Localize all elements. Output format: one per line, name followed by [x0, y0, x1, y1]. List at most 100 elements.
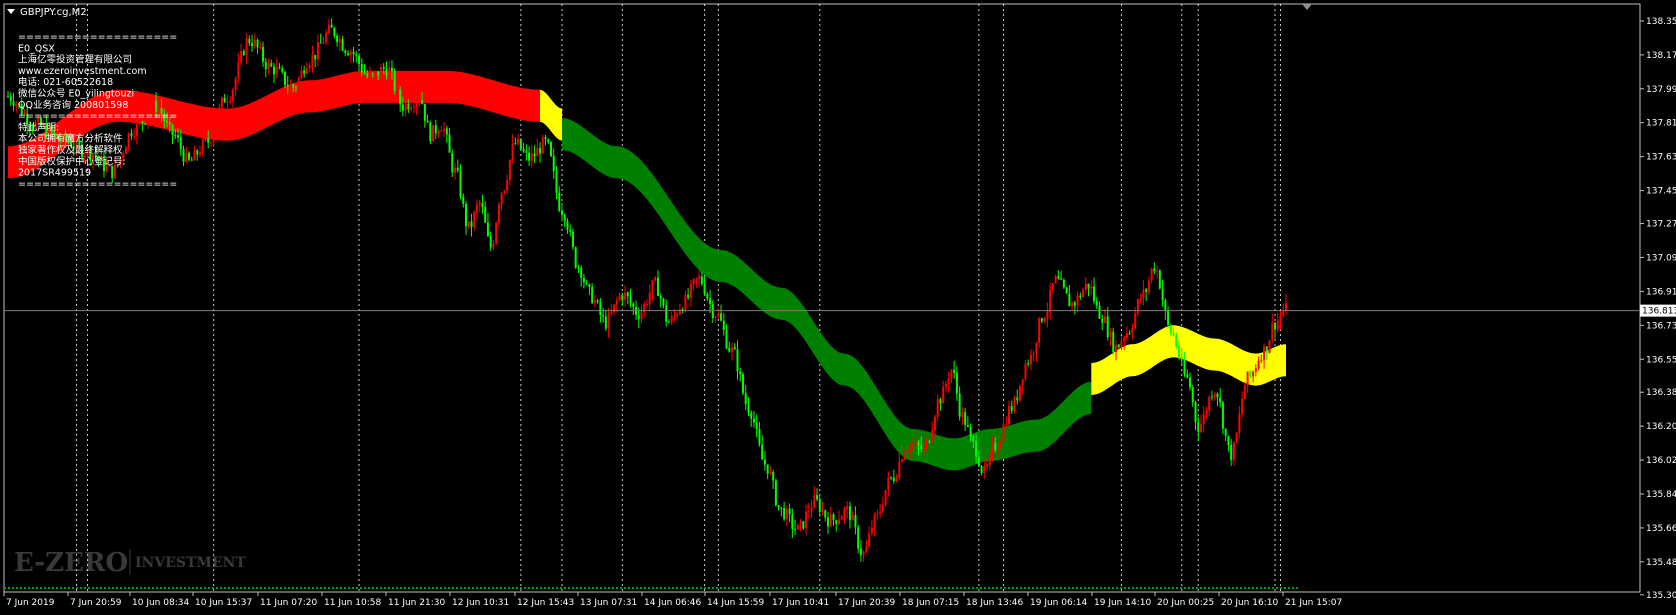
- candle-body: [1271, 322, 1274, 341]
- candle-body: [629, 296, 632, 304]
- candle-body: [969, 426, 972, 437]
- candle-body: [651, 280, 654, 293]
- band-segment-yellow: [1091, 325, 1286, 395]
- candle-body: [755, 422, 758, 430]
- candle-body: [772, 471, 775, 481]
- candle-body: [840, 516, 843, 520]
- y-tick-label: 135.660: [1646, 524, 1676, 534]
- candle-body: [262, 46, 265, 62]
- candle-body: [733, 347, 736, 350]
- candle-body: [522, 149, 525, 152]
- candle-body: [1134, 313, 1137, 328]
- candle-body: [1076, 295, 1079, 306]
- candle-body: [294, 87, 297, 89]
- candle-body: [1016, 397, 1019, 401]
- watermark-logo: E-ZERO INVESTMENT: [14, 548, 246, 578]
- candle-body: [1197, 422, 1200, 432]
- candle-body: [637, 314, 640, 320]
- candle-body: [1153, 268, 1156, 272]
- candle-body: [388, 67, 391, 76]
- candle-body: [593, 300, 596, 303]
- symbol-title: GBPJPY.cg,M2: [20, 7, 87, 18]
- candle-body: [953, 369, 956, 373]
- candle-body: [958, 393, 961, 417]
- candle-body: [577, 267, 580, 269]
- candle-body: [676, 314, 679, 316]
- candle-body: [780, 507, 783, 509]
- candle-body: [352, 51, 355, 55]
- candle-body: [986, 465, 989, 467]
- candle-body: [1194, 402, 1197, 423]
- candle-body: [1265, 346, 1268, 353]
- candle-body: [251, 43, 254, 47]
- candle-body: [684, 294, 687, 311]
- candle-body: [566, 221, 569, 230]
- chart-canvas[interactable]: 138.350 138.170 137.990 137.810 137.630 137.4…: [0, 0, 1676, 615]
- candle-body: [155, 100, 158, 112]
- candle-body: [273, 66, 276, 75]
- x-tick-label: 7 Jun 2019: [6, 598, 55, 608]
- candle-body: [1068, 293, 1071, 307]
- triangle-down-icon[interactable]: [7, 9, 15, 14]
- candle-body: [519, 138, 522, 150]
- candle-body: [1120, 341, 1123, 348]
- candle-body: [462, 196, 465, 204]
- candle-body: [827, 517, 830, 527]
- candle-body: [278, 67, 281, 69]
- candle-body: [426, 120, 429, 123]
- info-line: 2017SR499519: [18, 168, 91, 179]
- chart-title-bar[interactable]: GBPJPY.cg,M2: [7, 7, 87, 18]
- candle-body: [311, 54, 314, 65]
- candle-body: [1062, 279, 1065, 288]
- candle-body: [198, 152, 201, 155]
- chart-shift-marker-icon[interactable]: [1302, 4, 1312, 10]
- time-axis[interactable]: 7 Jun 2019 7 Jun 20:59 10 Jun 08:34 10 Jun …: [3, 592, 1342, 608]
- candle-body: [1252, 371, 1255, 377]
- candle-body: [218, 107, 221, 123]
- candle-body: [325, 32, 328, 43]
- candle-body: [253, 39, 256, 47]
- candle-body: [1243, 385, 1246, 399]
- candle-body: [533, 153, 536, 157]
- candle-body: [237, 62, 240, 79]
- candle-body: [1202, 413, 1205, 425]
- candle-body: [503, 190, 506, 193]
- candle-body: [890, 477, 893, 479]
- candle-body: [796, 524, 799, 530]
- info-line: 电话: 021-60522618: [18, 76, 113, 88]
- candle-body: [1131, 327, 1134, 334]
- candle-body: [997, 448, 1000, 450]
- candle-body: [925, 441, 928, 446]
- candle-body: [440, 130, 443, 132]
- candle-body: [174, 134, 177, 136]
- candle-body: [300, 70, 303, 79]
- candle-body: [209, 142, 212, 144]
- candle-body: [1224, 428, 1227, 437]
- candle-body: [689, 284, 692, 298]
- candle-body: [1125, 333, 1128, 338]
- candle-body: [7, 96, 9, 98]
- candle-body: [212, 132, 215, 143]
- candle-body: [1169, 324, 1172, 334]
- candle-body: [245, 38, 248, 55]
- candle-body: [640, 312, 643, 320]
- candle-body: [385, 68, 388, 76]
- candle-body: [599, 302, 602, 316]
- candle-body: [377, 71, 380, 77]
- candle-body: [975, 441, 978, 457]
- candle-body: [547, 139, 550, 143]
- info-line: 中国版权保护中心登记号:: [18, 155, 126, 167]
- candle-body: [1046, 311, 1049, 319]
- candle-body: [783, 508, 786, 520]
- candle-body: [275, 67, 278, 75]
- candle-body: [887, 477, 890, 490]
- candle-body: [805, 511, 808, 529]
- candle-body: [347, 53, 350, 56]
- candle-body: [582, 277, 585, 283]
- x-tick-label: 20 Jun 16:10: [1221, 598, 1278, 608]
- candle-body: [563, 214, 566, 222]
- candle-body: [624, 292, 627, 300]
- x-tick-label: 19 Jun 06:14: [1030, 598, 1087, 608]
- candle-body: [665, 305, 668, 322]
- candle-body: [646, 303, 648, 305]
